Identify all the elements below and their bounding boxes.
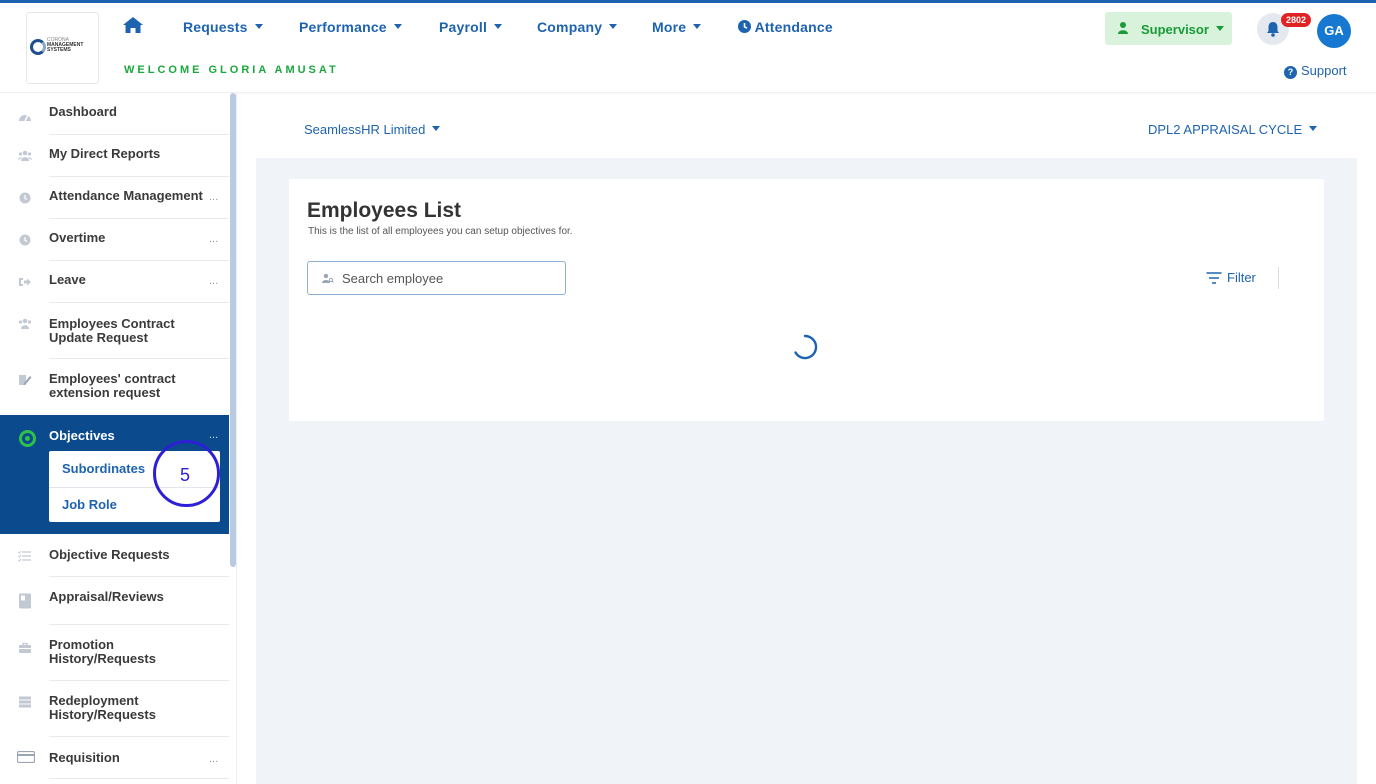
sidebar-item-overtime[interactable]: Overtime ... [0, 219, 229, 261]
top-header: CORONA MANAGEMENT SYSTEMS Requests Perfo… [0, 3, 1376, 93]
sidebar-item-redeployment-history[interactable]: Redeployment History/Requests [0, 681, 229, 737]
support-link[interactable]: ? Support [1284, 63, 1347, 79]
chevron-down-icon [1215, 26, 1224, 31]
search-employee-input[interactable]: Search employee [307, 261, 566, 295]
sidebar-item-label: Promotion History/Requests [49, 637, 156, 666]
company-logo[interactable]: CORONA MANAGEMENT SYSTEMS [26, 12, 99, 84]
users-icon [18, 318, 32, 329]
sidebar-item-leave[interactable]: Leave ... [0, 261, 229, 303]
briefcase-icon [19, 642, 31, 653]
search-placeholder: Search employee [342, 271, 444, 286]
toolbar-divider [1278, 267, 1279, 289]
loading-spinner-icon [794, 334, 818, 360]
sidebar-scrollbar[interactable] [230, 93, 236, 567]
sidebar-item-dashboard[interactable]: Dashboard [0, 93, 229, 135]
home-icon[interactable] [122, 16, 144, 34]
sidebar-item-attendance-management[interactable]: Attendance Management ... [0, 177, 229, 219]
target-icon [19, 430, 36, 447]
chevron-down-icon [609, 24, 618, 29]
clock-icon [19, 234, 31, 246]
avatar[interactable]: GA [1317, 14, 1351, 48]
sidebar-item-label: Redeployment History/Requests [49, 693, 156, 722]
nav-company[interactable]: Company [537, 19, 618, 35]
sidebar-item-requisition[interactable]: Requisition ... [0, 737, 229, 779]
appraisal-cycle-selector[interactable]: DPL2 APPRAISAL CYCLE [1148, 122, 1318, 137]
chevron-down-icon [254, 24, 263, 29]
edit-icon [19, 375, 32, 385]
sidebar-item-direct-reports[interactable]: My Direct Reports [0, 135, 229, 177]
role-switcher-button[interactable]: Supervisor [1105, 12, 1232, 45]
sidebar-item-label: Employees Contract Update Request [49, 316, 175, 345]
sidebar-divider [49, 778, 229, 779]
nav-requests[interactable]: Requests [183, 19, 263, 35]
sign-out-icon [19, 278, 31, 286]
sidebar-item-promotion-history[interactable]: Promotion History/Requests [0, 625, 229, 681]
users-icon [18, 150, 32, 161]
chevron-down-icon [693, 24, 702, 29]
page-subtitle: This is the list of all employees you ca… [308, 226, 573, 237]
page-title: Employees List [307, 199, 462, 222]
nav-more[interactable]: More [652, 19, 702, 35]
book-icon [19, 593, 31, 609]
dashboard-icon [19, 114, 31, 122]
question-circle-icon: ? [1284, 66, 1297, 79]
sidebar-item-appraisal-reviews[interactable]: Appraisal/Reviews [0, 577, 229, 625]
clock-icon [19, 192, 31, 204]
employees-list-card: Employees List This is the list of all e… [289, 179, 1324, 421]
chevron-down-icon [393, 24, 402, 29]
user-search-icon [322, 273, 334, 283]
chevron-down-icon [1309, 126, 1318, 131]
nav-payroll[interactable]: Payroll [439, 19, 503, 35]
chevron-down-icon [494, 24, 503, 29]
logo-mark-icon [30, 39, 46, 55]
clock-icon [738, 20, 751, 33]
bell-icon [1267, 22, 1279, 37]
nav-attendance[interactable]: Attendance [738, 19, 833, 35]
submenu-item-job-role[interactable]: Job Role [62, 497, 117, 512]
notification-count-badge: 2802 [1281, 13, 1312, 27]
credit-card-icon [17, 751, 35, 763]
submenu-item-subordinates[interactable]: Subordinates [62, 461, 145, 476]
server-icon [19, 696, 31, 708]
sidebar-item-label: Employees' contract extension request [49, 371, 176, 400]
logo-text: CORONA MANAGEMENT SYSTEMS [47, 37, 84, 53]
welcome-message: WELCOME GLORIA AMUSAT [124, 64, 339, 76]
annotation-number: 5 [180, 465, 191, 485]
filter-icon [1206, 272, 1222, 284]
chevron-down-icon [432, 126, 441, 131]
filter-button[interactable]: Filter [1206, 270, 1256, 285]
user-icon [1118, 22, 1128, 34]
nav-performance[interactable]: Performance [299, 19, 402, 35]
sidebar-item-contract-extension[interactable]: Employees' contract extension request [0, 359, 229, 415]
sidebar-item-employees-contract-update[interactable]: Employees Contract Update Request [0, 303, 229, 359]
list-icon [18, 550, 31, 562]
company-selector[interactable]: SeamlessHR Limited [304, 122, 441, 137]
sidebar-item-objective-requests[interactable]: Objective Requests [0, 534, 229, 577]
